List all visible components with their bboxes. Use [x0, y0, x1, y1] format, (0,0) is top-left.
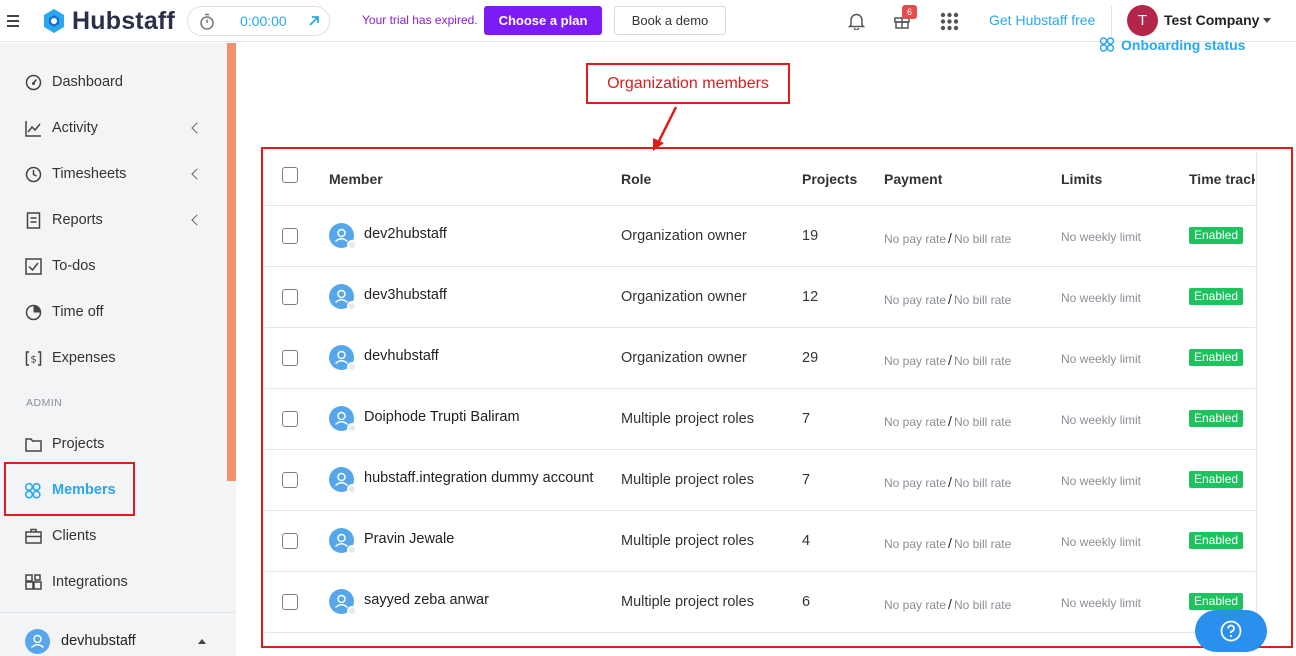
- clock-icon: [24, 165, 42, 183]
- dashboard-icon: [24, 73, 42, 91]
- callout-arrow-icon: [653, 106, 678, 151]
- todo-icon: [24, 257, 42, 275]
- integrations-icon: [24, 573, 42, 591]
- timeoff-icon: [24, 303, 42, 321]
- sidebar-item-timesheets[interactable]: Timesheets: [24, 162, 126, 186]
- expenses-icon: $: [24, 349, 42, 367]
- organization-members-callout: Organization members: [586, 63, 790, 104]
- timer-value: 0:00:00: [240, 13, 287, 29]
- apps-grid-icon[interactable]: [940, 12, 959, 31]
- sidebar-item-label: To-dos: [52, 258, 96, 274]
- members-icon: [1099, 37, 1115, 52]
- help-button[interactable]: [1195, 610, 1267, 652]
- current-user-bar[interactable]: devhubstaff: [0, 612, 236, 656]
- sidebar-item-clients[interactable]: Clients: [24, 524, 96, 548]
- brand-name: Hubstaff: [72, 6, 175, 35]
- hubstaff-logo-icon: [44, 9, 64, 33]
- book-demo-button[interactable]: Book a demo: [614, 6, 726, 35]
- sidebar-item-label: Integrations: [52, 574, 128, 590]
- onboarding-status-link[interactable]: Onboarding status: [1099, 37, 1245, 53]
- company-avatar[interactable]: T: [1127, 5, 1158, 36]
- current-user-name: devhubstaff: [61, 633, 136, 649]
- sidebar-item-dashboard[interactable]: Dashboard: [24, 70, 123, 94]
- divider: [1111, 6, 1112, 36]
- hubstaff-logo[interactable]: Hubstaff: [40, 6, 175, 36]
- sidebar-item-label: Reports: [52, 212, 103, 228]
- bell-icon[interactable]: [848, 12, 865, 30]
- reports-icon: [24, 211, 42, 229]
- timer-widget[interactable]: 0:00:00: [187, 6, 330, 36]
- caret-up-icon[interactable]: [198, 639, 206, 644]
- question-icon: [1220, 620, 1242, 642]
- sidebar-item-label: Projects: [52, 436, 105, 452]
- sidebar-item-label: Clients: [52, 528, 97, 544]
- sidebar-scrollbar[interactable]: [227, 43, 236, 481]
- user-icon: [30, 634, 45, 649]
- menu-icon[interactable]: [7, 12, 21, 30]
- sidebar-item-integrations[interactable]: Integrations: [24, 570, 128, 594]
- sidebar-item-activity[interactable]: Activity: [24, 116, 98, 140]
- sidebar-item-label: Activity: [52, 120, 98, 136]
- sidebar-item-reports[interactable]: Reports: [24, 208, 103, 232]
- sidebar-item-projects[interactable]: Projects: [24, 432, 104, 456]
- svg-text:$: $: [30, 354, 36, 365]
- sidebar-item-label: Timesheets: [52, 166, 127, 182]
- briefcase-icon: [24, 527, 42, 545]
- sidebar-item-expenses[interactable]: $ Expenses: [24, 346, 116, 370]
- onboarding-status-label: Onboarding status: [1121, 37, 1246, 53]
- members-table-highlight-annotation: [261, 147, 1293, 648]
- activity-icon: [24, 119, 42, 137]
- admin-section-label: ADMIN: [26, 397, 63, 409]
- members-highlight-annotation: [4, 462, 135, 516]
- top-bar: Hubstaff 0:00:00 Your trial has expired.…: [0, 0, 1296, 42]
- sidebar-item-label: Expenses: [52, 350, 116, 366]
- sidebar-item-todos[interactable]: To-dos: [24, 254, 96, 278]
- avatar: [25, 629, 50, 654]
- choose-plan-button[interactable]: Choose a plan: [484, 6, 602, 35]
- caret-down-icon[interactable]: [1263, 18, 1271, 23]
- trial-expired-text: Your trial has expired.: [362, 13, 478, 27]
- gift-count-badge: 6: [902, 5, 917, 19]
- sidebar-item-label: Time off: [52, 304, 104, 320]
- sidebar-item-label: Dashboard: [52, 74, 123, 90]
- folder-icon: [24, 435, 42, 453]
- get-hubstaff-free-link[interactable]: Get Hubstaff free: [989, 12, 1095, 28]
- sidebar-item-timeoff[interactable]: Time off: [24, 300, 104, 324]
- stopwatch-icon: [200, 13, 214, 30]
- company-name[interactable]: Test Company: [1164, 12, 1259, 28]
- expand-arrow-icon[interactable]: [307, 14, 321, 28]
